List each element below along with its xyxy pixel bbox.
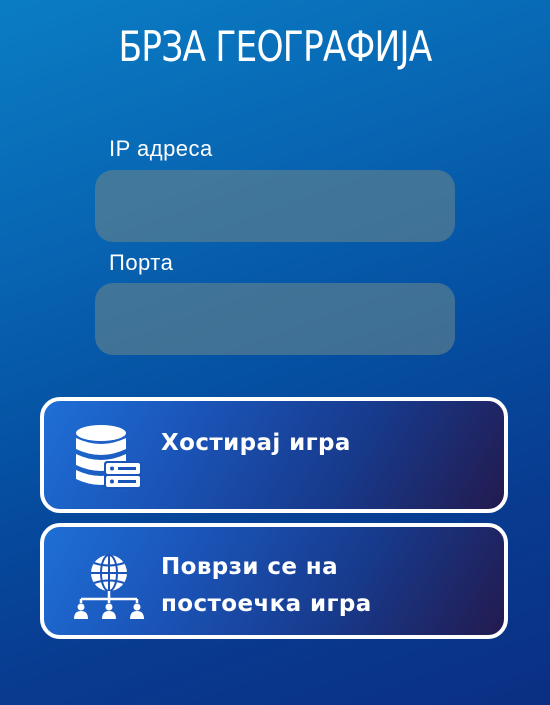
ip-address-label: IP адреса <box>109 136 213 161</box>
ip-address-input[interactable] <box>95 170 455 242</box>
database-server-icon <box>76 425 142 489</box>
app-title: БРЗА ГЕОГРАФИЈА <box>118 22 432 71</box>
join-game-label-line1: Поврзи се на <box>161 554 339 580</box>
host-game-button[interactable]: Хостирај игра <box>40 397 508 513</box>
join-game-label-line2: постоечка игра <box>161 591 372 617</box>
host-game-label: Хостирај игра <box>161 430 351 456</box>
port-input[interactable] <box>95 283 455 355</box>
join-game-button[interactable]: Поврзи се на постоечка игра <box>40 523 508 639</box>
network-globe-icon <box>74 554 144 619</box>
port-label: Порта <box>109 250 174 275</box>
